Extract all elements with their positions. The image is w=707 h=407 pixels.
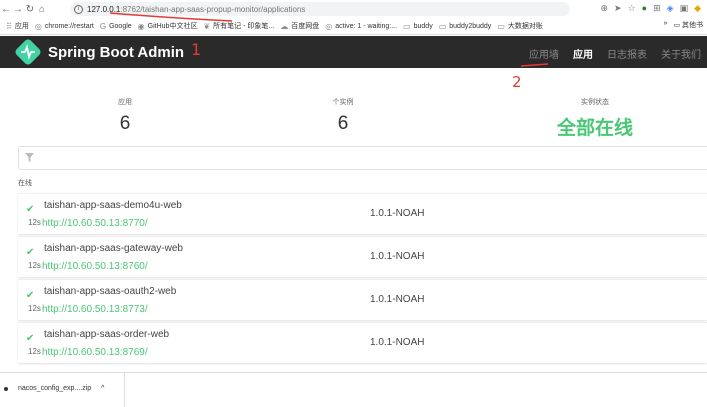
annotation-two: 2: [512, 73, 522, 91]
check-icon: ✔: [26, 333, 35, 344]
stat-value: 6: [119, 113, 131, 134]
stat-applications: 应用 6: [100, 97, 150, 135]
stat-label: 应用: [118, 99, 132, 106]
stat-status: 实例状态 全部在线: [545, 97, 645, 140]
application-url[interactable]: http://10.60.50.13:8769/: [42, 347, 148, 358]
check-icon: ✔: [26, 247, 35, 258]
application-url[interactable]: http://10.60.50.13:8773/: [42, 304, 148, 315]
last-update: 12s: [28, 347, 41, 356]
application-version: 1.0.1-NOAH: [370, 294, 425, 305]
download-item[interactable]: nacos_config_exp....zip ^: [4, 385, 104, 392]
stat-value: 全部在线: [556, 118, 633, 139]
download-filename: nacos_config_exp....zip: [18, 385, 92, 392]
application-name: taishan-app-saas-demo4u-web: [44, 200, 182, 211]
application-version: 1.0.1-NOAH: [370, 251, 425, 262]
last-update: 12s: [28, 304, 41, 313]
application-url[interactable]: http://10.60.50.13:8770/: [42, 218, 148, 229]
downloads-bar: nacos_config_exp....zip ^: [0, 372, 707, 407]
stat-instances: 个实例 6: [318, 97, 368, 135]
section-online: 在线: [18, 180, 32, 187]
application-row[interactable]: ✔ taishan-app-saas-gateway-web 12s http://1…: [18, 236, 707, 277]
divider: [124, 373, 125, 407]
stat-value: 6: [337, 113, 349, 134]
application-name: taishan-app-saas-order-web: [44, 329, 170, 340]
application-row[interactable]: ✔ taishan-app-saas-oauth2-web 12s http://10…: [18, 279, 707, 320]
file-icon: [4, 386, 8, 391]
filter-icon: [25, 153, 34, 162]
chevron-up-icon[interactable]: ^: [101, 385, 104, 392]
application-name: taishan-app-saas-gateway-web: [44, 243, 183, 254]
application-version: 1.0.1-NOAH: [370, 337, 425, 348]
check-icon: ✔: [26, 204, 35, 215]
filter-input[interactable]: [18, 146, 707, 170]
application-version: 1.0.1-NOAH: [370, 208, 425, 219]
last-update: 12s: [28, 261, 41, 270]
application-name: taishan-app-saas-oauth2-web: [44, 286, 177, 297]
application-row[interactable]: ✔ taishan-app-saas-order-web 12s http://10.…: [18, 322, 707, 363]
application-row[interactable]: ✔ taishan-app-saas-demo4u-web 12s http://10…: [18, 193, 707, 234]
last-update: 12s: [28, 218, 41, 227]
annotation-one: 1: [191, 40, 202, 59]
check-icon: ✔: [26, 290, 35, 301]
stat-label: 实例状态: [581, 99, 609, 106]
application-url[interactable]: http://10.60.50.13:8760/: [42, 261, 148, 272]
stat-label: 个实例: [332, 99, 354, 106]
